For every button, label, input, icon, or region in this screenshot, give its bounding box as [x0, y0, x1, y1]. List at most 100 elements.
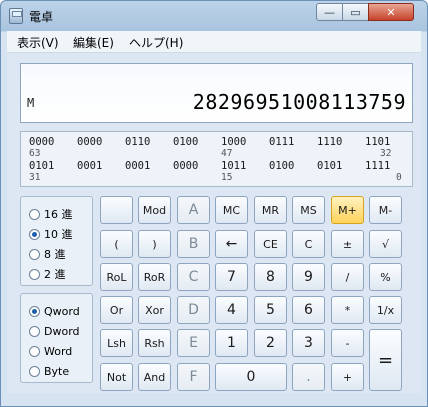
- bit-group: 1111: [365, 160, 391, 172]
- maximize-button[interactable]: ▭: [342, 3, 369, 21]
- key-equals[interactable]: =: [369, 329, 402, 391]
- calculator-icon: [9, 8, 23, 24]
- title-bar: 電卓 — ▭ ✕: [1, 1, 427, 31]
- memory-indicator: M: [27, 96, 35, 110]
- close-button[interactable]: ✕: [368, 3, 414, 21]
- bit-position-label: 47: [221, 148, 233, 159]
- key-hex-c[interactable]: C: [177, 263, 210, 291]
- key-mr[interactable]: MR: [254, 196, 287, 224]
- window-title: 電卓: [29, 10, 54, 24]
- key-sqrt[interactable]: √: [369, 230, 402, 258]
- key-reciprocal[interactable]: 1/x: [369, 296, 402, 324]
- bit-group: 0000: [77, 136, 103, 148]
- radio-button-selected[interactable]: [29, 305, 40, 317]
- base-mode-group: 16 進 10 進 8 進 2 進: [20, 196, 93, 286]
- key-5[interactable]: 5: [254, 296, 287, 324]
- radio-dec[interactable]: 10 進: [29, 226, 73, 242]
- radio-byte[interactable]: Byte: [29, 363, 69, 379]
- key-m-plus[interactable]: M+: [331, 196, 364, 224]
- key-or[interactable]: Or: [100, 296, 133, 324]
- bit-group: 0111: [269, 136, 295, 148]
- key-8[interactable]: 8: [254, 263, 287, 291]
- key-ms[interactable]: MS: [292, 196, 325, 224]
- menu-help[interactable]: ヘルプ(H): [129, 34, 183, 51]
- key-hex-b[interactable]: B: [177, 230, 210, 258]
- bit-position-label: 15: [221, 172, 233, 183]
- key-9[interactable]: 9: [292, 263, 325, 291]
- calculator-window: 電卓 — ▭ ✕ 表示(V) 編集(E) ヘルプ(H) M 2829695100…: [0, 0, 428, 407]
- key-decimal[interactable]: .: [292, 363, 325, 391]
- key-mod[interactable]: Mod: [138, 196, 171, 224]
- radio-label: 10 進: [44, 228, 73, 241]
- key-not[interactable]: Not: [100, 363, 133, 391]
- menu-edit[interactable]: 編集(E): [73, 34, 114, 51]
- key-m-minus[interactable]: M-: [369, 196, 402, 224]
- key-lsh[interactable]: Lsh: [100, 329, 133, 357]
- key-multiply[interactable]: *: [331, 296, 364, 324]
- radio-qword[interactable]: Qword: [29, 303, 80, 319]
- key-close-paren[interactable]: ): [138, 230, 171, 258]
- radio-button[interactable]: [29, 248, 40, 260]
- radio-button[interactable]: [29, 325, 40, 337]
- key-c[interactable]: C: [292, 230, 325, 258]
- bit-position-label: 0: [396, 172, 402, 183]
- bit-group: 0110: [125, 136, 151, 148]
- key-rsh[interactable]: Rsh: [138, 329, 171, 357]
- key-0[interactable]: 0: [215, 363, 287, 391]
- key-ror[interactable]: RoR: [138, 263, 171, 291]
- radio-button[interactable]: [29, 208, 40, 220]
- bit-group: 1101: [365, 136, 391, 148]
- key-xor[interactable]: Xor: [138, 296, 171, 324]
- bit-group: 0001: [125, 160, 151, 172]
- bit-display: 0000 0000 0110 0100 1000 0111 1110 1101 …: [20, 131, 413, 187]
- key-hex-e[interactable]: E: [177, 329, 210, 357]
- key-hex-a[interactable]: A: [177, 196, 210, 224]
- radio-label: Qword: [44, 304, 80, 318]
- bit-group: 1000: [221, 136, 247, 148]
- radio-label: Byte: [44, 364, 70, 378]
- key-6[interactable]: 6: [292, 296, 325, 324]
- radio-label: 8 進: [44, 248, 66, 261]
- key-hex-d[interactable]: D: [177, 296, 210, 324]
- radio-button[interactable]: [29, 268, 40, 280]
- key-rol[interactable]: RoL: [100, 263, 133, 291]
- blank-key: [100, 196, 133, 224]
- key-4[interactable]: 4: [215, 296, 248, 324]
- radio-bin[interactable]: 2 進: [29, 266, 66, 282]
- key-hex-f[interactable]: F: [177, 363, 210, 391]
- key-and[interactable]: And: [138, 363, 171, 391]
- key-3[interactable]: 3: [292, 329, 325, 357]
- calculator-body: M 28296951008113759 0000 0000 0110 0100 …: [7, 53, 421, 393]
- radio-button-selected[interactable]: [29, 228, 40, 240]
- word-size-group: Qword Dword Word Byte: [20, 293, 93, 383]
- key-percent[interactable]: %: [369, 263, 402, 291]
- key-open-paren[interactable]: (: [100, 230, 133, 258]
- bit-group: 1011: [221, 160, 247, 172]
- radio-label: 2 進: [44, 268, 66, 281]
- key-plus-minus[interactable]: ±: [331, 230, 364, 258]
- radio-hex[interactable]: 16 進: [29, 206, 73, 222]
- bit-group: 0100: [173, 136, 199, 148]
- bit-group: 0101: [29, 160, 55, 172]
- minimize-button[interactable]: —: [316, 3, 343, 21]
- radio-dword[interactable]: Dword: [29, 323, 80, 339]
- display-panel: M 28296951008113759: [20, 63, 413, 123]
- key-2[interactable]: 2: [254, 329, 287, 357]
- key-subtract[interactable]: -: [331, 329, 364, 357]
- key-1[interactable]: 1: [215, 329, 248, 357]
- radio-button[interactable]: [29, 345, 40, 357]
- menu-view[interactable]: 表示(V): [17, 34, 59, 51]
- key-add[interactable]: +: [331, 363, 364, 391]
- radio-label: Word: [44, 344, 73, 358]
- bit-group: 0000: [29, 136, 55, 148]
- radio-oct[interactable]: 8 進: [29, 246, 66, 262]
- key-mc[interactable]: MC: [215, 196, 248, 224]
- radio-word[interactable]: Word: [29, 343, 72, 359]
- key-ce[interactable]: CE: [254, 230, 287, 258]
- key-divide[interactable]: /: [331, 263, 364, 291]
- key-backspace[interactable]: ←: [215, 230, 248, 258]
- radio-button[interactable]: [29, 365, 40, 377]
- key-7[interactable]: 7: [215, 263, 248, 291]
- bit-position-label: 32: [380, 148, 392, 159]
- radio-label: Dword: [44, 324, 80, 338]
